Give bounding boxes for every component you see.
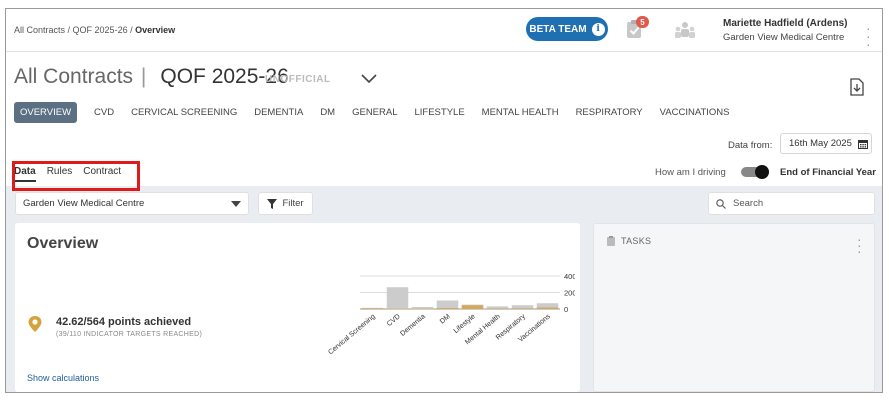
tab-dm[interactable]: DM — [320, 103, 335, 122]
chart-bar[interactable] — [511, 308, 534, 309]
tab-overview[interactable]: OVERVIEW — [14, 102, 78, 123]
toggle-knob — [755, 165, 769, 179]
highlight-box — [12, 161, 140, 191]
breadcrumb-qof[interactable]: QOF 2025-26 — [73, 25, 128, 35]
overview-title: Overview — [27, 235, 99, 252]
chart-bar[interactable] — [436, 308, 459, 309]
practice-select-value: Garden View Medical Centre — [23, 198, 145, 209]
data-from-value: 16th May 2025 — [789, 138, 852, 149]
indicator-targets: (39/110 INDICATOR TARGETS REACHED) — [56, 331, 203, 338]
data-from-date-picker[interactable]: 16th May 2025 — [780, 133, 872, 154]
chart-bar[interactable] — [386, 308, 409, 310]
domain-tabs: OVERVIEW CVD CERVICAL SCREENING DEMENTIA… — [14, 102, 746, 123]
search-box[interactable] — [708, 192, 875, 215]
top-bar: All Contracts / QOF 2025-26 / Overview B… — [6, 9, 882, 52]
x-tick-label: CVD — [386, 313, 402, 328]
title-separator: | — [140, 65, 147, 88]
filter-button[interactable]: Filter — [258, 192, 313, 215]
x-tick-label: Cervical Screening — [327, 313, 377, 356]
tab-general[interactable]: GENERAL — [352, 103, 397, 122]
show-calculations-link[interactable]: Show calculations — [27, 373, 99, 383]
team-icon[interactable] — [673, 20, 697, 45]
chart-bar[interactable] — [411, 308, 434, 310]
breadcrumb-separator: / — [127, 25, 136, 35]
map-pin-icon — [27, 315, 43, 338]
x-tick-label: Dementia — [399, 313, 427, 338]
contract-dropdown-chevron-down-icon[interactable] — [360, 72, 378, 90]
tab-cvd[interactable]: CVD — [94, 103, 114, 122]
breadcrumb-current: Overview — [135, 25, 176, 35]
x-tick-label: DM — [439, 313, 452, 325]
tab-vaccinations[interactable]: VACCINATIONS — [660, 103, 730, 122]
chart-bar[interactable] — [361, 308, 384, 309]
title-all-contracts[interactable]: All Contracts — [14, 65, 133, 88]
tasks-title: TASKS — [621, 236, 652, 246]
y-tick-label: 400 — [564, 272, 575, 281]
chart-bar[interactable] — [411, 307, 434, 309]
chart-bar[interactable] — [436, 300, 459, 309]
data-from-label: Data from: — [728, 140, 773, 151]
user-organisation: Garden View Medical Centre — [723, 32, 845, 43]
y-tick-label: 200 — [564, 289, 575, 298]
tab-lifestyle[interactable]: LIFESTYLE — [415, 103, 465, 122]
chart-bar[interactable] — [486, 308, 509, 310]
chart-bar[interactable] — [536, 307, 559, 309]
breadcrumb-separator: / — [65, 25, 73, 35]
funnel-icon — [267, 198, 278, 209]
user-menu-kebab-icon[interactable]: · · · — [866, 21, 871, 51]
caret-down-icon — [231, 201, 241, 207]
tab-mental-health[interactable]: MENTAL HEALTH — [482, 103, 559, 122]
page-title: All Contracts | QOF 2025-26 — [14, 65, 289, 89]
tasks-menu-kebab-icon[interactable]: · · · — [857, 232, 862, 258]
points-achieved: 42.62/564 points achieved — [56, 316, 192, 328]
chart-bar[interactable] — [461, 305, 484, 309]
x-tick-label: Lifestyle — [453, 313, 477, 335]
info-icon: i — [591, 22, 605, 36]
breadcrumb: All Contracts / QOF 2025-26 / Overview — [14, 25, 175, 35]
practice-select[interactable]: Garden View Medical Centre — [15, 192, 249, 215]
search-input[interactable] — [733, 198, 863, 209]
tab-cervical-screening[interactable]: CERVICAL SCREENING — [131, 103, 237, 122]
end-of-financial-year-label: End of Financial Year — [780, 167, 876, 178]
beta-team-label: BETA TEAM — [529, 23, 587, 35]
y-tick-label: 0 — [564, 305, 568, 314]
clipboard-icon — [607, 236, 615, 246]
overview-card: Overview 42.62/564 points achieved (39/1… — [15, 223, 580, 392]
tab-dementia[interactable]: DEMENTIA — [254, 103, 303, 122]
driving-label: How am I driving — [655, 167, 726, 178]
tab-respiratory[interactable]: RESPIRATORY — [576, 103, 643, 122]
status-badge: UNOFFICIAL — [265, 74, 331, 85]
search-icon — [716, 198, 726, 209]
domain-points-chart: 400 200 0 Cervical Screening CVDDementia DMLi… — [327, 272, 575, 356]
app-window: All Contracts / QOF 2025-26 / Overview B… — [5, 8, 883, 393]
notification-badge: 5 — [636, 16, 649, 28]
notifications-button[interactable]: 5 — [624, 16, 649, 40]
calendar-icon — [857, 139, 868, 149]
beta-team-button[interactable]: BETA TEAM i — [526, 17, 608, 41]
filter-label: Filter — [282, 198, 304, 209]
breadcrumb-all-contracts[interactable]: All Contracts — [14, 25, 65, 35]
tasks-card: TASKS · · · — [593, 223, 875, 392]
chart-bar[interactable] — [386, 287, 409, 309]
download-icon[interactable] — [849, 78, 865, 101]
end-of-year-toggle[interactable] — [741, 165, 769, 179]
user-name[interactable]: Mariette Hadfield (Ardens) — [723, 18, 847, 29]
